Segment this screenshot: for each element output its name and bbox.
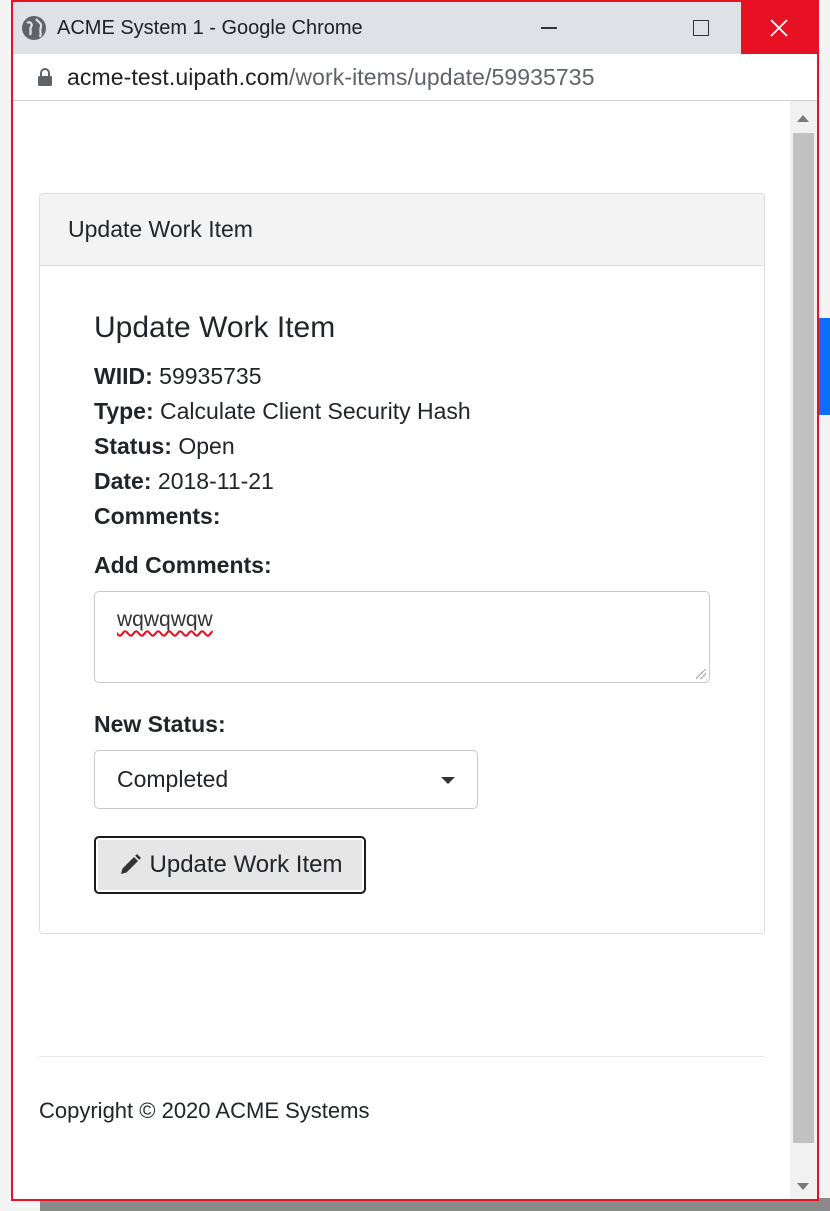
close-icon xyxy=(770,19,788,37)
minimize-button[interactable] xyxy=(511,2,587,54)
background-app-button xyxy=(818,318,830,415)
scroll-thumb[interactable] xyxy=(793,133,814,1143)
globe-icon xyxy=(22,16,46,40)
footer-divider xyxy=(39,1056,765,1057)
comments-textarea[interactable]: wqwqwqw xyxy=(94,591,710,683)
address-bar[interactable]: acme-test.uipath.com/work-items/update/5… xyxy=(13,54,817,101)
maximize-icon xyxy=(693,20,709,36)
info-wiid: WIID: 59935735 xyxy=(94,359,714,394)
info-label: WIID: xyxy=(94,363,153,389)
submit-label: Update Work Item xyxy=(149,851,343,878)
page-viewport: Update Work Item Update Work Item WIID: … xyxy=(13,101,790,1199)
window-title: ACME System 1 - Google Chrome xyxy=(57,16,363,39)
info-date: Date: 2018-11-21 xyxy=(94,464,714,499)
info-value: 59935735 xyxy=(159,363,262,389)
update-card: Update Work Item Update Work Item WIID: … xyxy=(39,193,765,934)
browser-window: ACME System 1 - Google Chrome acme-test.… xyxy=(11,0,819,1201)
info-status: Status: Open xyxy=(94,429,714,464)
info-comments: Comments: xyxy=(94,499,714,534)
scroll-down-icon[interactable] xyxy=(797,1183,809,1190)
add-comments-label: Add Comments: xyxy=(94,552,272,578)
info-value: Calculate Client Security Hash xyxy=(160,398,471,424)
close-button[interactable] xyxy=(741,2,817,54)
new-status-label: New Status: xyxy=(94,711,226,737)
lock-icon xyxy=(38,68,52,86)
info-label: Date: xyxy=(94,468,152,494)
info-label: Type: xyxy=(94,398,154,424)
url-host: acme-test.uipath.com xyxy=(67,63,289,90)
selected-status: Completed xyxy=(117,766,229,792)
url-text[interactable]: acme-test.uipath.com/work-items/update/5… xyxy=(67,64,595,91)
caret-down-icon xyxy=(441,777,455,784)
card-header: Update Work Item xyxy=(40,194,764,266)
comment-text: wqwqwqw xyxy=(117,608,213,631)
new-status-select[interactable]: Completed xyxy=(94,750,478,809)
pencil-icon xyxy=(120,854,141,874)
url-path: /work-items/update/59935735 xyxy=(288,63,595,90)
vertical-scrollbar[interactable] xyxy=(790,101,817,1199)
info-value: 2018-11-21 xyxy=(157,468,274,494)
info-value: Open xyxy=(178,433,235,459)
card-body: Update Work Item WIID: 59935735 Type: Ca… xyxy=(94,266,714,894)
footer-copyright: Copyright © 2020 ACME Systems xyxy=(39,1098,370,1123)
info-label: Status: xyxy=(94,433,172,459)
update-work-item-button[interactable]: Update Work Item xyxy=(94,836,366,894)
form-heading: Update Work Item xyxy=(94,311,336,344)
info-type: Type: Calculate Client Security Hash xyxy=(94,394,714,429)
info-label: Comments: xyxy=(94,503,221,529)
maximize-button[interactable] xyxy=(663,2,739,54)
title-bar[interactable]: ACME System 1 - Google Chrome xyxy=(13,2,817,54)
resize-grip-icon[interactable] xyxy=(696,669,706,679)
scroll-up-icon[interactable] xyxy=(797,115,809,122)
minimize-icon xyxy=(541,27,557,29)
